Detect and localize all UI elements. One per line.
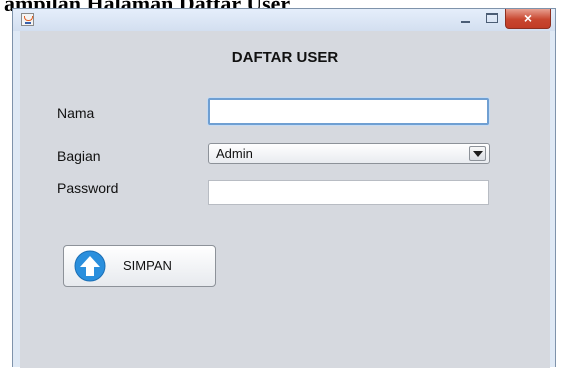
bagian-label: Bagian xyxy=(57,148,101,164)
minimize-button[interactable] xyxy=(453,9,479,29)
save-button-label: SIMPAN xyxy=(123,258,172,273)
chevron-down-icon[interactable] xyxy=(469,146,486,161)
window-titlebar[interactable]: × xyxy=(13,9,555,31)
form-title: DAFTAR USER xyxy=(231,49,339,66)
nama-label: Nama xyxy=(57,105,95,121)
save-button[interactable]: SIMPAN xyxy=(63,245,216,287)
bagian-selected-value: Admin xyxy=(216,146,253,161)
nama-input[interactable] xyxy=(208,98,489,125)
app-window: × DAFTAR USER Nama Bagian Admin Password… xyxy=(12,8,556,368)
upload-arrow-icon xyxy=(74,250,106,282)
close-button[interactable]: × xyxy=(505,9,551,29)
maximize-button[interactable] xyxy=(479,9,505,29)
bagian-select[interactable]: Admin xyxy=(208,143,490,164)
form-panel: DAFTAR USER Nama Bagian Admin Password S… xyxy=(20,31,550,368)
java-app-icon xyxy=(21,13,34,26)
password-input[interactable] xyxy=(208,180,489,205)
password-label: Password xyxy=(57,180,119,196)
close-icon: × xyxy=(523,10,533,26)
